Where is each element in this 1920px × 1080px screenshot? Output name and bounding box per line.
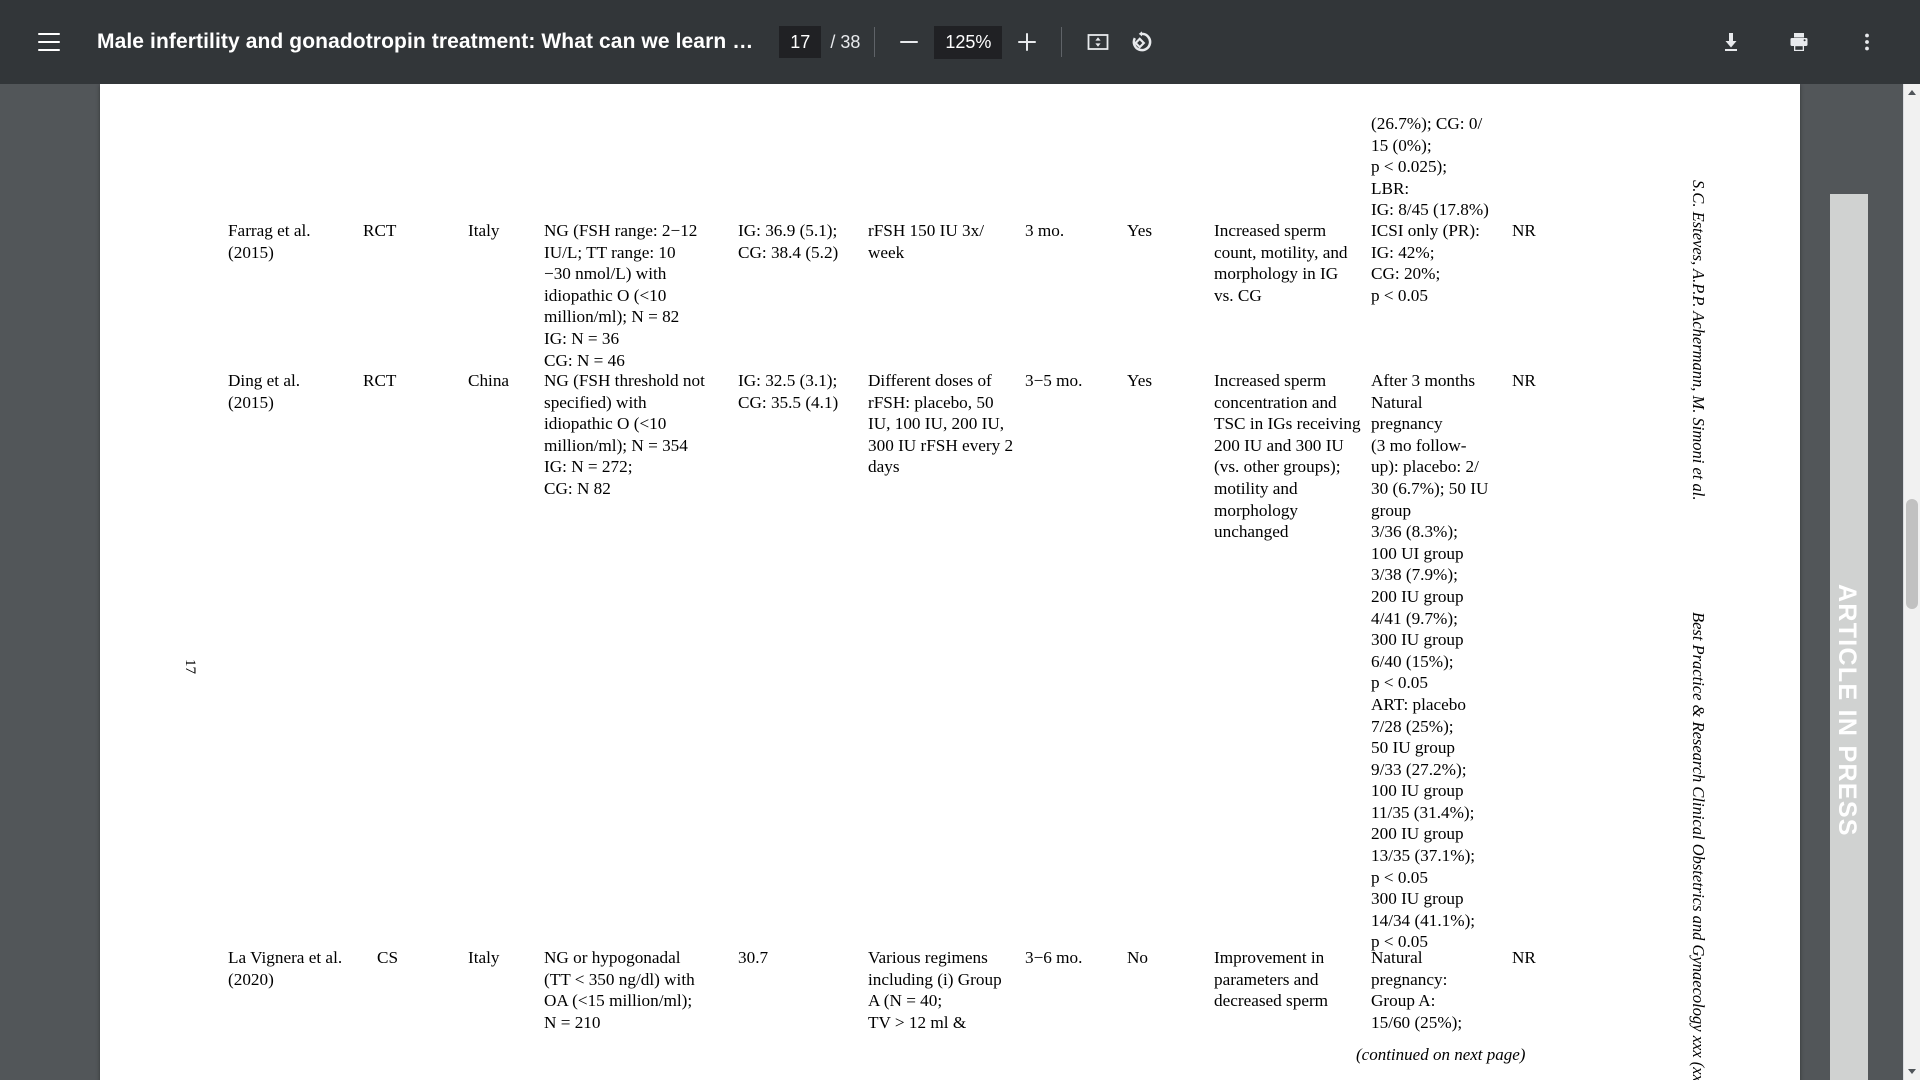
table-cell-other: NR [1512,221,1536,240]
table-cell-country: Italy [468,221,500,240]
table-cell-country: China [468,371,510,390]
plus-icon [1015,30,1039,54]
more-options-button[interactable] [1845,20,1889,64]
table-cell-duration: 3 mo. [1025,221,1065,240]
table-cell-age: IG: 36.9 (5.1); CG: 38.4 (5.2) [738,221,839,262]
running-head-authors: S.C. Esteves, A.P.P. Achermann, M. Simon… [1689,180,1708,501]
table-row: Farrag et al. (2015) [228,221,311,262]
vertical-scrollbar[interactable] [1903,84,1920,1080]
table-cell-outcome-fragment: (26.7%); CG: 0/ 15 (0%); p < 0.025); LBR… [1371,114,1489,220]
table-cell-control: Yes [1127,221,1153,240]
fit-to-page-icon [1087,34,1109,50]
fit-to-page-button[interactable] [1076,20,1120,64]
table-cell-duration: 3−5 mo. [1025,371,1083,390]
zoom-controls: 125% [889,22,1047,62]
table-cell-semen-outcome: Increased sperm count, motility, and mor… [1214,221,1348,305]
table-cell-treatment: Different doses of rFSH: placebo, 50 IU,… [868,371,1014,477]
download-button[interactable] [1709,20,1753,64]
print-button[interactable] [1777,20,1821,64]
article-in-press-band: ARTICLE IN PRESS [1830,194,1868,1080]
table-cell-other: NR [1512,371,1536,390]
zoom-level-label[interactable]: 125% [934,25,1003,59]
scroll-up-button[interactable] [1904,84,1920,101]
scrollbar-thumb[interactable] [1906,499,1918,609]
page-number-input[interactable] [779,26,822,58]
running-head-journal: Best Practice & Research Clinical Obstet… [1689,612,1708,1080]
table-cell-age: 30.7 [738,948,769,967]
table-cell-treatment: Various regimens including (i) Group A (… [868,948,1002,1032]
table-cell-other: NR [1512,948,1536,967]
chevron-down-icon [1908,1069,1916,1074]
table-cell-population: NG (FSH range: 2−12 IU/L; TT range: 10 −… [544,221,698,370]
more-vertical-icon [1865,33,1869,51]
pdf-viewer-toolbar: Male infertility and gonadotropin treatm… [0,0,1920,84]
table-cell-population: NG (FSH threshold not specified) with id… [544,371,705,498]
article-in-press-label: ARTICLE IN PRESS [1833,584,1861,837]
hamburger-menu-icon[interactable] [27,20,71,64]
toolbar-divider-2 [1061,27,1063,57]
table-cell-pregnancy-outcome: After 3 months Natural pregnancy (3 mo f… [1371,371,1489,952]
scroll-down-button[interactable] [1904,1063,1920,1080]
table-cell-pregnancy-outcome: ICSI only (PR): IG: 42%; CG: 20%; p < 0.… [1371,221,1480,305]
print-icon [1790,33,1808,51]
table-cell-age: IG: 32.5 (3.1); CG: 35.5 (4.1) [738,371,839,412]
rotate-icon [1133,31,1152,52]
table-cell-treatment: rFSH 150 IU 3x/ week [868,221,985,262]
chevron-up-icon [1908,90,1916,95]
page-indicator: / 38 [779,26,860,58]
table-cell-semen-outcome: Improvement in parameters and decreased … [1214,948,1329,1011]
table-cell-control: Yes [1127,371,1153,390]
table-cell-control: No [1127,948,1149,967]
table-cell-design: CS [377,948,399,967]
page-total-label: / 38 [830,31,861,52]
pdf-page: 17 (26.7%); CG: 0/ 15 (0%); p < 0.025); … [100,84,1868,1080]
table-cell-design: RCT [363,221,397,240]
zoom-in-button[interactable] [1007,22,1047,62]
table-cell-pregnancy-outcome: Natural pregnancy: Group A: 15/60 (25%); [1371,948,1463,1032]
table-cell-population: NG or hypogonadal (TT < 350 ng/dl) with … [544,948,695,1032]
page-title: Male infertility and gonadotropin treatm… [97,30,754,53]
table-cell-duration: 3−6 mo. [1025,948,1083,967]
minus-icon [897,30,921,54]
zoom-out-button[interactable] [889,22,929,62]
rotate-button[interactable] [1120,20,1164,64]
table-row: La Vignera et al. (2020) [228,948,343,989]
page-folio-number: 17 [182,659,198,674]
table-cell-country: Italy [468,948,500,967]
download-icon [1725,33,1737,51]
table-cell-semen-outcome: Increased sperm concentration and TSC in… [1214,371,1361,542]
continued-on-next-page-note: (continued on next page) [1356,1045,1526,1064]
pdf-viewer-area[interactable]: 17 (26.7%); CG: 0/ 15 (0%); p < 0.025); … [0,84,1920,1080]
table-cell-design: RCT [363,371,397,390]
toolbar-right-actions [1697,20,1901,64]
table-row: Ding et al. (2015) [228,371,301,412]
toolbar-divider-1 [874,27,876,57]
